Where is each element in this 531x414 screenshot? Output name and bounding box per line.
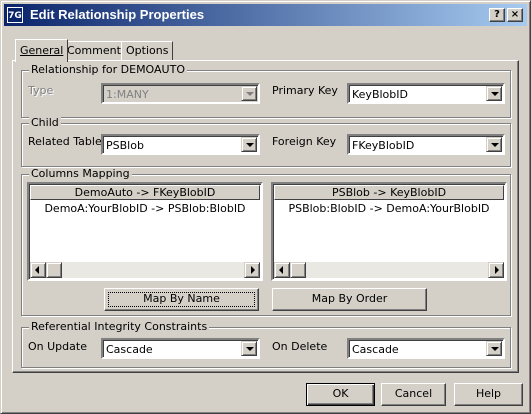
map-by-order-button[interactable]: Map By Order bbox=[272, 288, 427, 311]
primary-key-label: Primary Key bbox=[272, 84, 338, 97]
type-label: Type bbox=[28, 84, 54, 97]
cancel-label: Cancel bbox=[394, 387, 433, 400]
left-list-header[interactable]: DemoAuto -> FKeyBlobID bbox=[30, 185, 260, 200]
foreign-key-label: Foreign Key bbox=[272, 135, 337, 148]
window-title: Edit Relationship Properties bbox=[30, 7, 205, 22]
ok-button[interactable]: OK bbox=[306, 383, 375, 406]
scroll-left-icon[interactable] bbox=[30, 262, 46, 278]
left-list-scrollbar[interactable] bbox=[30, 262, 260, 278]
right-mapping-list[interactable]: PSBlob -> KeyBlobID PSBlob:BlobID -> Dem… bbox=[271, 182, 507, 281]
chevron-down-icon[interactable] bbox=[486, 137, 502, 152]
tab-panel-general: Relationship for DEMOAUTO Type 1:MANY Pr… bbox=[12, 60, 519, 373]
help-label: Help bbox=[475, 387, 502, 400]
on-delete-label: On Delete bbox=[272, 340, 328, 353]
edit-relationship-dialog: 7G Edit Relationship Properties ? × Gene… bbox=[0, 0, 531, 414]
chevron-down-icon bbox=[241, 86, 257, 101]
scroll-thumb[interactable] bbox=[46, 262, 62, 278]
related-table-label: Related Table bbox=[28, 135, 102, 148]
foreign-key-select[interactable]: FKeyBlobID bbox=[347, 134, 505, 155]
primary-key-value: KeyBlobID bbox=[352, 88, 408, 101]
cancel-button[interactable]: Cancel bbox=[381, 383, 446, 406]
primary-key-select[interactable]: KeyBlobID bbox=[347, 83, 505, 104]
ok-label: OK bbox=[332, 387, 349, 400]
map-by-name-button[interactable]: Map By Name bbox=[104, 288, 259, 311]
type-value: 1:MANY bbox=[106, 88, 149, 101]
columns-mapping-label: Columns Mapping bbox=[29, 167, 132, 180]
on-delete-select[interactable]: Cascade bbox=[347, 338, 505, 359]
scroll-right-icon[interactable] bbox=[488, 262, 504, 278]
scroll-right-icon[interactable] bbox=[244, 262, 260, 278]
chevron-down-icon[interactable] bbox=[241, 137, 257, 152]
child-group-label: Child bbox=[29, 116, 61, 129]
tab-options-label: Options bbox=[126, 44, 169, 57]
related-table-select[interactable]: PSBlob bbox=[101, 134, 260, 155]
close-icon[interactable]: × bbox=[507, 8, 523, 22]
tab-general[interactable]: General bbox=[15, 39, 69, 62]
relationship-group: Relationship for DEMOAUTO Type 1:MANY Pr… bbox=[21, 64, 511, 118]
help-icon[interactable]: ? bbox=[489, 8, 505, 22]
tab-comments-label: Comments bbox=[67, 44, 127, 57]
right-list-header[interactable]: PSBlob -> KeyBlobID bbox=[274, 185, 504, 200]
title-bar[interactable]: 7G Edit Relationship Properties ? × bbox=[4, 4, 527, 26]
columns-mapping-group: Columns Mapping DemoAuto -> FKeyBlobID D… bbox=[21, 168, 511, 316]
foreign-key-value: FKeyBlobID bbox=[352, 139, 415, 152]
integrity-group: Referential Integrity Constraints On Upd… bbox=[21, 321, 511, 368]
on-delete-value: Cascade bbox=[352, 343, 399, 356]
list-item[interactable]: PSBlob:BlobID -> DemoA:YourBlobID bbox=[274, 202, 504, 216]
child-group: Child Related Table PSBlob Foreign Key F… bbox=[21, 117, 511, 167]
on-update-label: On Update bbox=[28, 340, 87, 353]
right-list-scrollbar[interactable] bbox=[274, 262, 504, 278]
relationship-group-label: Relationship for DEMOAUTO bbox=[29, 63, 187, 76]
type-select: 1:MANY bbox=[101, 83, 260, 104]
map-by-name-label: Map By Name bbox=[143, 292, 220, 305]
tab-options[interactable]: Options bbox=[121, 41, 174, 60]
map-by-order-label: Map By Order bbox=[311, 292, 388, 305]
related-table-value: PSBlob bbox=[106, 139, 144, 152]
on-update-value: Cascade bbox=[106, 343, 153, 356]
list-item[interactable]: DemoA:YourBlobID -> PSBlob:BlobID bbox=[30, 202, 260, 216]
help-button[interactable]: Help bbox=[454, 383, 523, 406]
scroll-left-icon[interactable] bbox=[274, 262, 290, 278]
app-icon: 7G bbox=[7, 7, 23, 23]
left-mapping-list[interactable]: DemoAuto -> FKeyBlobID DemoA:YourBlobID … bbox=[27, 182, 263, 281]
chevron-down-icon[interactable] bbox=[486, 341, 502, 356]
scroll-thumb[interactable] bbox=[290, 262, 306, 278]
chevron-down-icon[interactable] bbox=[486, 86, 502, 101]
integrity-group-label: Referential Integrity Constraints bbox=[29, 320, 210, 333]
tab-general-label: General bbox=[20, 44, 64, 57]
on-update-select[interactable]: Cascade bbox=[101, 338, 260, 359]
chevron-down-icon[interactable] bbox=[241, 341, 257, 356]
